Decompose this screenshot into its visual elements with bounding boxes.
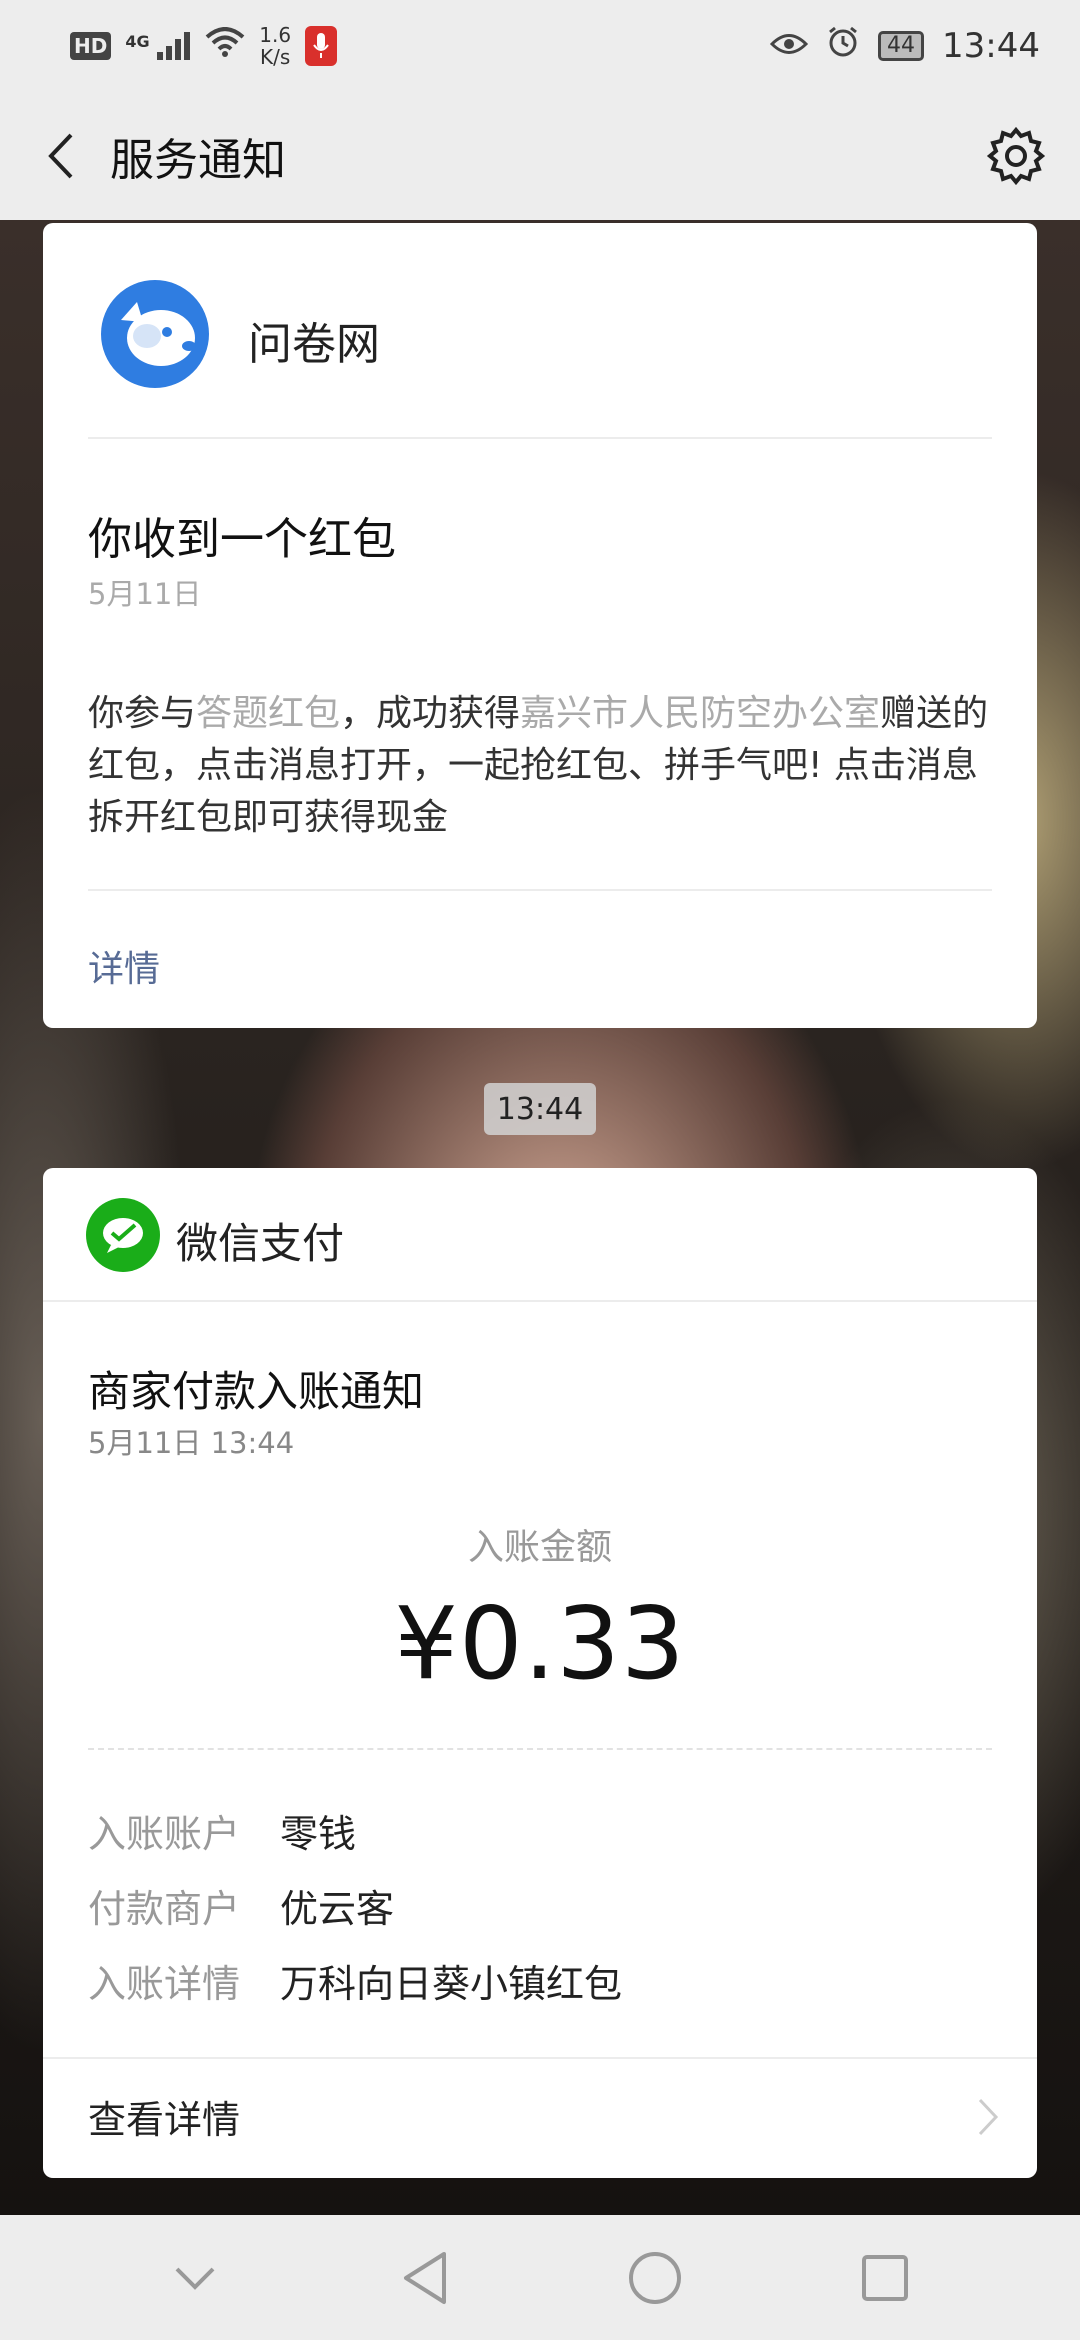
body-highlight-sponsor: 嘉兴市人民防空办公室 xyxy=(520,693,881,734)
microphone-icon xyxy=(305,26,338,66)
net-speed: 1.6 K/s xyxy=(259,24,291,68)
detail-value: 万科向日葵小镇红包 xyxy=(280,1962,623,2006)
back-arrow-icon xyxy=(48,133,73,179)
dashed-divider xyxy=(88,1748,992,1750)
divider xyxy=(88,437,992,439)
net-speed-value: 1.6 xyxy=(259,23,292,47)
net-speed-unit: K/s xyxy=(260,45,291,69)
message-body: 你参与答题红包，成功获得嘉兴市人民防空办公室赠送的红包，点击消息打开，一起抢红包… xyxy=(88,688,998,844)
detail-key: 入账账户 xyxy=(88,1812,241,1856)
square-recents-icon xyxy=(862,2254,908,2301)
sender-name: 微信支付 xyxy=(176,1219,345,1268)
chevron-right-icon xyxy=(978,2098,999,2136)
system-nav-bar xyxy=(0,2215,1080,2340)
detail-key: 付款商户 xyxy=(88,1887,241,1931)
view-details-row[interactable]: 查看详情 xyxy=(43,2057,1037,2178)
gear-icon xyxy=(986,126,1046,186)
divider xyxy=(88,889,992,891)
clock: 13:44 xyxy=(942,26,1040,66)
alarm-icon xyxy=(826,25,860,67)
network-type: 4G xyxy=(125,32,150,51)
status-left: HD 4G 1.6 K/s xyxy=(70,24,338,68)
status-right: 44 13:44 xyxy=(769,25,1040,67)
hd-badge: HD xyxy=(70,32,112,60)
settings-button[interactable] xyxy=(982,122,1050,190)
status-bar: HD 4G 1.6 K/s 44 13:44 xyxy=(0,0,1080,92)
message-date: 5月11日 13:44 xyxy=(88,1426,295,1460)
detail-row: 付款商户 优云客 xyxy=(88,1878,394,1933)
message-title: 你收到一个红包 xyxy=(88,514,396,565)
wechat-pay-icon xyxy=(86,1198,160,1272)
battery-icon: 44 xyxy=(878,31,925,61)
body-text: ，成功获得 xyxy=(340,693,521,734)
circle-home-icon xyxy=(629,2251,681,2304)
details-link[interactable]: 详情 xyxy=(88,940,160,992)
message-title: 商家付款入账通知 xyxy=(88,1367,425,1416)
nav-recents-button[interactable] xyxy=(845,2238,925,2318)
screen: HD 4G 1.6 K/s 44 13:44 服务通知 问卷网 你收到一个红包 … xyxy=(0,0,1080,2340)
chevron-down-icon xyxy=(175,2267,215,2290)
detail-key: 入账详情 xyxy=(88,1962,241,2006)
detail-row: 入账详情 万科向日葵小镇红包 xyxy=(88,1953,622,2008)
body-text: 你参与 xyxy=(88,693,197,734)
amount-value: ¥0.33 xyxy=(394,1585,686,1702)
signal-icon: 4G xyxy=(125,32,191,60)
detail-row: 入账账户 零钱 xyxy=(88,1803,356,1858)
hide-keyboard-button[interactable] xyxy=(155,2238,235,2318)
notification-card-survey[interactable]: 问卷网 你收到一个红包 5月11日 你参与答题红包，成功获得嘉兴市人民防空办公室… xyxy=(43,223,1037,1028)
back-button[interactable] xyxy=(10,92,110,220)
sender-name: 问卷网 xyxy=(248,319,380,370)
wifi-icon xyxy=(205,27,245,65)
nav-back-button[interactable] xyxy=(385,2238,465,2318)
amount-label: 入账金额 xyxy=(467,1527,612,1568)
wenjuan-logo xyxy=(101,280,209,388)
page-title: 服务通知 xyxy=(110,135,286,186)
notification-card-payment[interactable]: 微信支付 商家付款入账通知 5月11日 13:44 入账金额 ¥0.33 入账账… xyxy=(43,1168,1037,2178)
view-details-label: 查看详情 xyxy=(88,2098,241,2142)
body-highlight-activity: 答题红包 xyxy=(196,693,341,734)
card-header: 微信支付 xyxy=(43,1168,1037,1302)
timestamp-pill: 13:44 xyxy=(484,1083,596,1135)
nav-bar: 服务通知 xyxy=(0,92,1080,220)
detail-value: 优云客 xyxy=(280,1887,395,1931)
triangle-back-icon xyxy=(404,2251,446,2304)
message-date: 5月11日 xyxy=(88,577,202,611)
nav-home-button[interactable] xyxy=(615,2238,695,2318)
detail-value: 零钱 xyxy=(280,1812,357,1856)
eye-icon xyxy=(769,27,809,65)
